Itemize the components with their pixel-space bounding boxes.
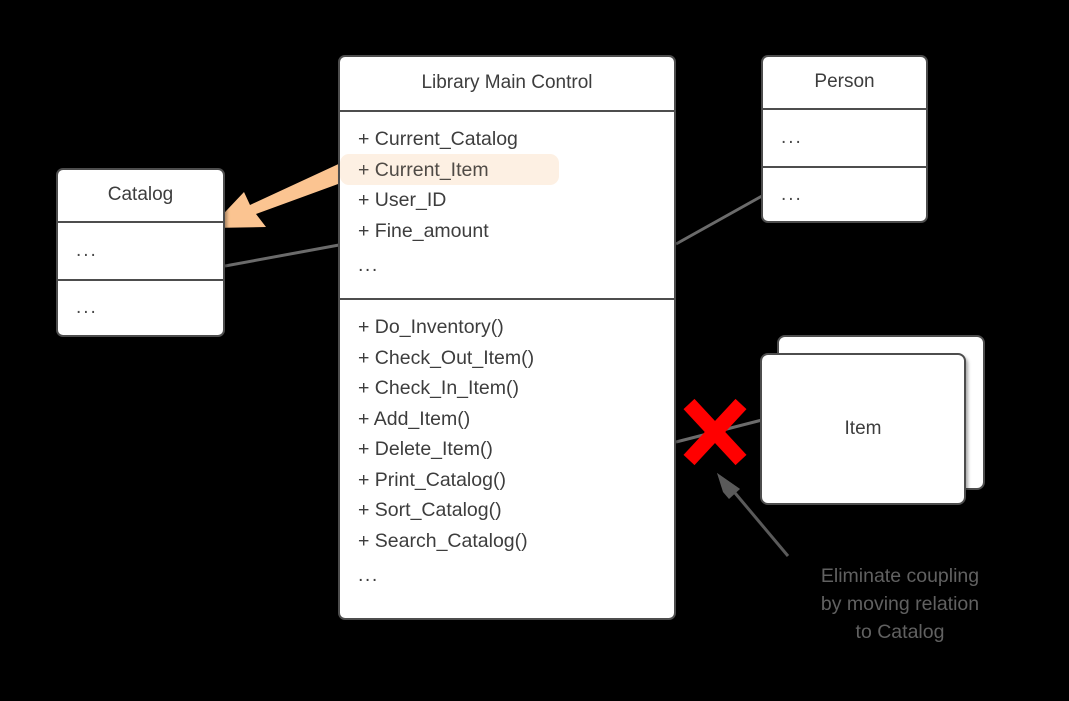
operation-row: + Print_Catalog()	[358, 468, 506, 491]
annotation-eliminate-coupling: Eliminate coupling by moving relation to…	[795, 562, 1005, 646]
operation-row-ellipsis: ...	[358, 564, 379, 586]
attribute-row: + Fine_amount	[358, 219, 489, 242]
operation-row: + Sort_Catalog()	[358, 499, 502, 521]
uml-diagram-canvas: Catalog ... ... Library Main Control + C…	[0, 0, 1069, 701]
class-operations-library-main-control: + Do_Inventory() + Check_Out_Item() + Ch…	[340, 298, 674, 600]
operation-row: + Do_Inventory()	[358, 316, 504, 338]
attribute-row: + User_ID	[358, 189, 447, 211]
class-operations-person: ...	[763, 166, 926, 221]
class-name-person: Person	[814, 71, 875, 93]
class-attributes-catalog: ...	[58, 221, 223, 279]
class-name-catalog: Catalog	[107, 184, 174, 206]
attribute-row-ellipsis: ...	[358, 254, 379, 276]
annotation-line-2: by moving relation	[820, 593, 980, 615]
association-library-item	[675, 418, 763, 444]
class-operations-catalog: ...	[58, 279, 223, 335]
delete-relation-cross-icon	[683, 398, 747, 466]
class-name-library-main-control: Library Main Control	[421, 72, 593, 94]
operation-row: + Check_Out_Item()	[358, 346, 535, 369]
association-catalog-library	[224, 243, 340, 268]
annotation-line-1: Eliminate coupling	[820, 565, 980, 587]
operation-row: + Search_Catalog()	[358, 529, 528, 552]
attribute-row-current-item: + Current_Item	[358, 158, 489, 181]
operation-row: + Check_In_Item()	[358, 377, 519, 399]
class-attributes-person: ...	[763, 108, 926, 166]
annotation-line-3: to Catalog	[855, 621, 945, 643]
class-box-library-main-control[interactable]: Library Main Control + Current_Catalog +…	[338, 55, 676, 620]
move-attribute-callout-arrow-icon	[210, 161, 353, 228]
class-box-person[interactable]: Person ... ...	[761, 55, 928, 223]
class-attributes-library-main-control: + Current_Catalog + Current_Item + User_…	[340, 110, 674, 298]
attribute-row: + Current_Catalog	[358, 128, 518, 150]
class-box-catalog[interactable]: Catalog ... ...	[56, 168, 225, 337]
association-library-person	[675, 194, 763, 246]
operation-row: + Delete_Item()	[358, 438, 493, 460]
class-name-item: Item	[844, 418, 882, 439]
class-box-item[interactable]: Item	[760, 353, 966, 505]
operation-row: + Add_Item()	[358, 407, 471, 430]
